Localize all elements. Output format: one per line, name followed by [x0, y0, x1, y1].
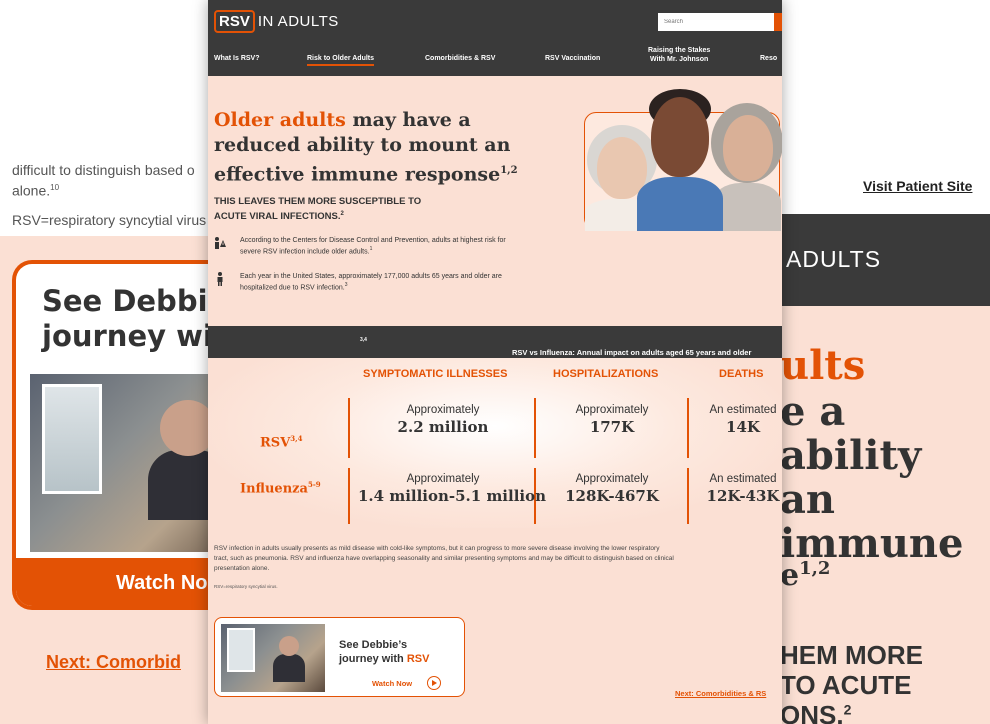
fact-hospitalized: Each year in the United States, approxim… — [214, 272, 514, 294]
row-label-influenza: Influenza5-9 — [240, 480, 321, 497]
nav-rsv-vaccination[interactable]: RSV Vaccination — [545, 55, 600, 62]
debbie-video-card[interactable]: See Debbie’s journey with RSV Watch Now — [214, 617, 465, 697]
watch-now-link[interactable]: Watch Now — [372, 679, 412, 688]
column-header-symptomatic: SYMPTOMATIC ILLNESSES — [363, 368, 508, 380]
logo-text: IN ADULTS — [257, 13, 339, 30]
cell-influenza-hospitalizations: Approximately 128K-467K — [565, 473, 659, 505]
next-comorbidities-link[interactable]: Next: Comorbidities & RS — [675, 689, 766, 698]
site-header: RSV IN ADULTS What Is RSV? Risk to Older… — [208, 0, 782, 76]
background-next-link[interactable]: Next: Comorbid — [46, 652, 181, 673]
screenshot-stage: difficult to distinguish based o alone.1… — [0, 0, 990, 724]
hero-title: Older adults may have a reduced ability … — [214, 109, 518, 186]
search-input[interactable] — [658, 13, 778, 31]
column-header-deaths: DEATHS — [719, 368, 764, 380]
divider — [534, 398, 536, 458]
background-text: difficult to distinguish based o alone.1… — [12, 162, 195, 199]
nav-what-is-rsv[interactable]: What Is RSV? — [214, 55, 260, 62]
background-peach-area: ults e a ability an immune e1,2 HEM MORE… — [780, 306, 990, 724]
background-subtitle-line: HEM MORE — [780, 640, 923, 670]
comparison-title-band: RSV vs Influenza: Annual impact on adult… — [208, 326, 782, 358]
background-title-line: ability — [780, 432, 922, 479]
background-abbrev: RSV=respiratory syncytial virus — [12, 212, 207, 228]
background-title-line: an — [780, 476, 835, 523]
cell-rsv-deaths: An estimated 14K — [709, 404, 777, 436]
nav-resources[interactable]: Reso — [760, 55, 777, 62]
row-label-rsv: RSV3,4 — [260, 434, 303, 451]
divider — [348, 398, 350, 458]
divider — [348, 468, 350, 524]
logo-rsv-box: RSV — [214, 10, 255, 33]
nav-comorbidities[interactable]: Comorbidities & RSV — [425, 55, 495, 62]
divider — [687, 468, 689, 524]
video-thumbnail[interactable] — [221, 624, 325, 692]
cell-influenza-illnesses: Approximately 1.4 million-5.1 million — [358, 473, 547, 505]
comparison-title: RSV vs Influenza: Annual impact on adult… — [360, 337, 752, 357]
visit-patient-site-link[interactable]: Visit Patient Site — [863, 178, 972, 194]
cell-rsv-illnesses: Approximately 2.2 million — [397, 404, 489, 436]
fact-highest-risk: According to the Centers for Disease Con… — [214, 236, 514, 266]
cell-rsv-hospitalizations: Approximately 177K — [575, 404, 649, 436]
hero-subtitle: THIS LEAVES THEM MORE SUSCEPTIBLE TO ACU… — [214, 196, 422, 223]
comparison-table: SYMPTOMATIC ILLNESSES HOSPITALIZATIONS D… — [208, 358, 782, 528]
clinical-footnote: RSV infection in adults usually presents… — [214, 545, 674, 572]
nav-risk-to-older-adults[interactable]: Risk to Older Adults — [307, 55, 375, 66]
cell-influenza-deaths: An estimated 12K-43K — [706, 473, 780, 505]
person-icon — [217, 272, 223, 286]
background-title-line: ults — [780, 342, 866, 389]
background-title-line: e a — [780, 388, 846, 435]
background-subtitle-line: ONS.2 — [780, 700, 852, 724]
nav-raising-the-stakes[interactable]: Raising the Stakes With Mr. Johnson — [648, 46, 710, 64]
background-page-right: Visit Patient Site ADULTS ults e a abili… — [780, 0, 990, 724]
background-header: ADULTS — [780, 214, 990, 306]
search-button[interactable] — [774, 13, 782, 31]
hero-photo-older-adults — [584, 89, 782, 231]
column-header-hospitalizations: HOSPITALIZATIONS — [553, 368, 659, 380]
divider — [687, 398, 689, 458]
abbreviation-note: RSV=respiratory syncytial virus. — [214, 584, 278, 589]
background-subtitle-line: TO ACUTE — [780, 670, 912, 700]
site-logo[interactable]: RSV IN ADULTS — [214, 10, 339, 33]
main-nav: What Is RSV? Risk to Older Adults Comorb… — [208, 44, 782, 76]
warning-people-icon — [215, 237, 226, 249]
main-page-window: RSV IN ADULTS What Is RSV? Risk to Older… — [208, 0, 782, 724]
background-card-title: See Debbie journey wit — [42, 284, 228, 353]
background-title-line: e1,2 — [780, 558, 831, 593]
video-title: See Debbie’s journey with RSV — [339, 639, 430, 665]
play-icon[interactable] — [427, 676, 441, 690]
